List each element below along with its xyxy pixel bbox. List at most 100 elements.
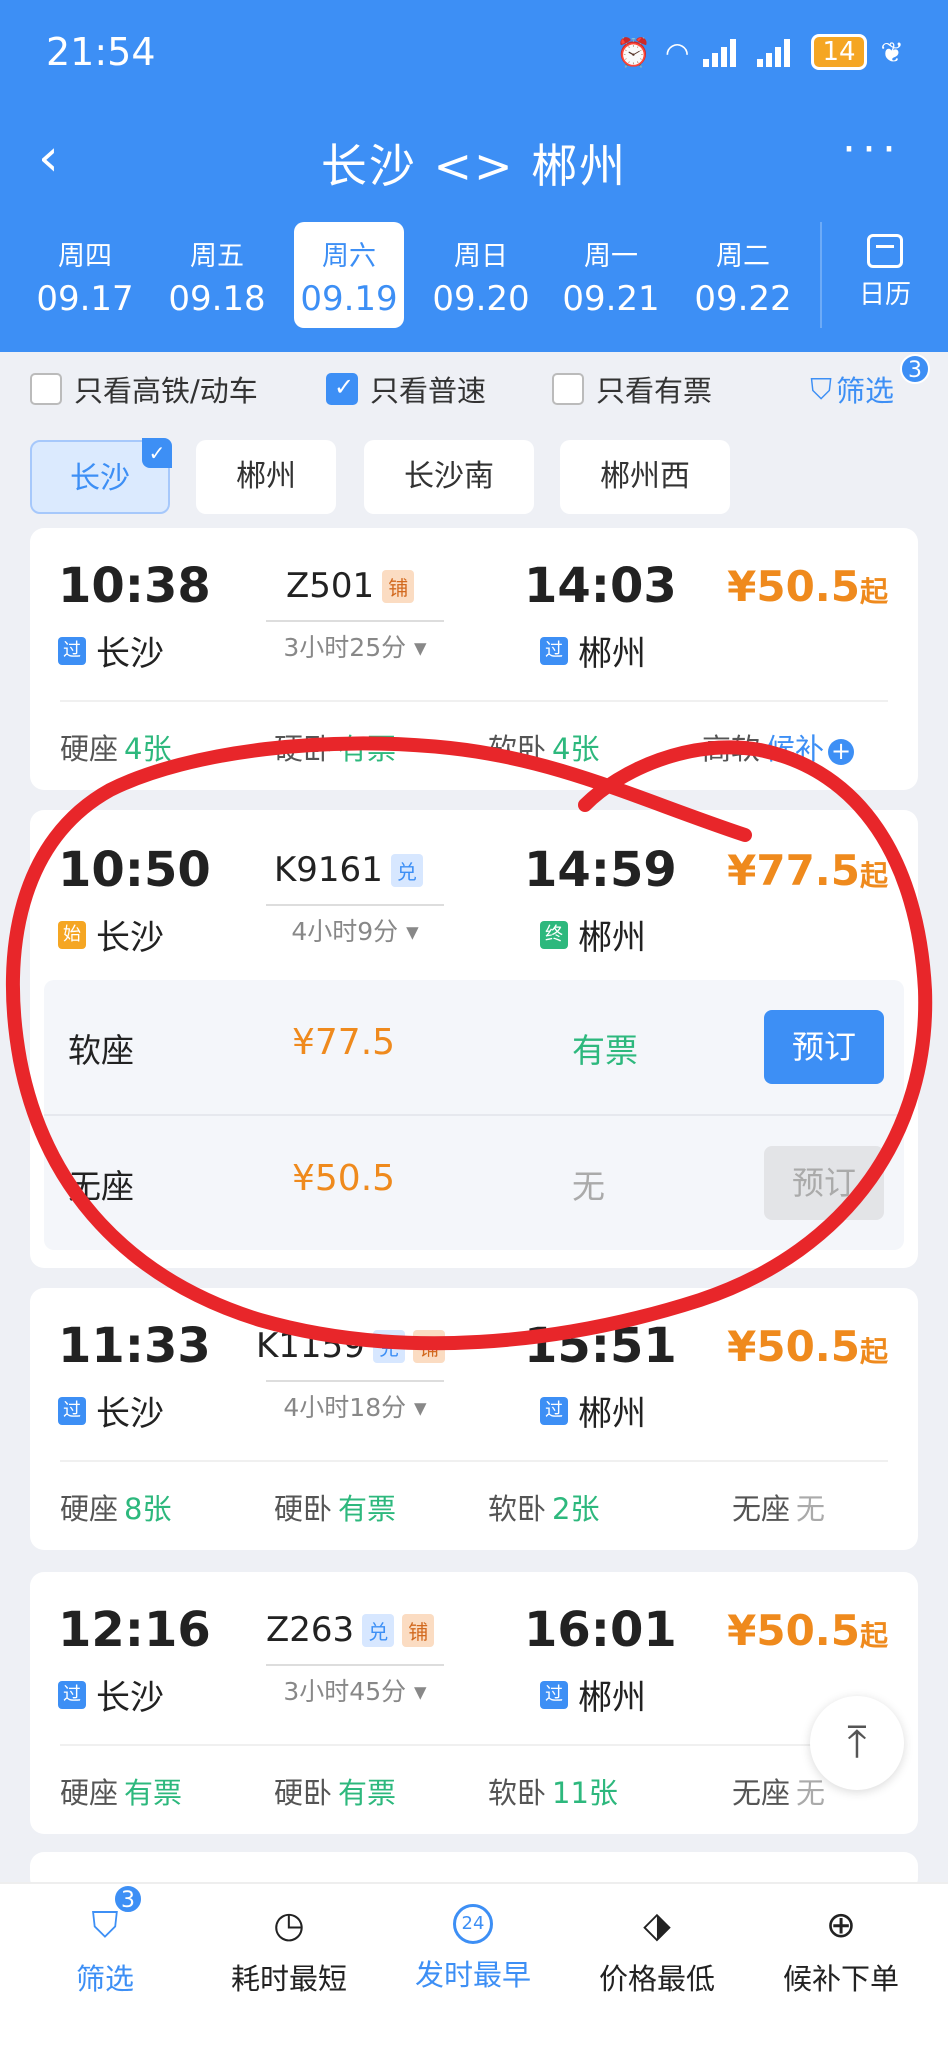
date-weekday: 周日 (454, 241, 508, 272)
date-tab-selected[interactable]: 周六 09.19 (294, 222, 404, 328)
station-chip[interactable]: 长沙南 (364, 440, 534, 514)
train-card[interactable]: 10:38 过 长沙 Z501 铺 3小时25分 ▾ 14:03 过 郴州 ¥5… (30, 528, 918, 790)
arrive-time: 15:51 (524, 1318, 677, 1374)
pass-tag: 过 (540, 636, 568, 665)
scroll-to-top-button[interactable]: ⤒ (810, 1696, 904, 1790)
status-bar: 21:54 ⏰ ◠ 14 ❦ (0, 0, 948, 110)
seat-price: ¥50.5 (292, 1158, 396, 1199)
price-suffix: 起 (859, 859, 888, 892)
seat-name: 硬座 (60, 1776, 119, 1810)
station-chip-label: 长沙 (70, 461, 130, 496)
to-station: 过 郴州 (540, 1670, 646, 1719)
station-chip[interactable]: 郴州西 (560, 440, 730, 514)
pass-tag: 过 (540, 1680, 568, 1709)
berth-tag: 铺 (412, 1329, 445, 1363)
price-suffix: 起 (859, 1335, 888, 1368)
train-card-expanded[interactable]: 10:50 始 长沙 K9161 兑 4小时9分 ▾ 14:59 终 郴州 ¥7… (30, 810, 918, 1268)
station-chip-label: 郴州西 (600, 459, 690, 494)
train-card[interactable]: 12:16 过 长沙 Z263 兑 铺 3小时45分 ▾ 16:01 过 郴州 … (30, 1572, 918, 1834)
train-number-text: Z501 (286, 566, 375, 606)
nav-waitlist[interactable]: ⊕ 候补下单 (746, 1904, 936, 1998)
date-tab[interactable]: 周四 09.17 (30, 222, 140, 328)
date-weekday: 周二 (716, 241, 770, 272)
status-time: 21:54 (46, 30, 156, 74)
seat-item[interactable]: 高软 候补 + (702, 726, 855, 768)
station-chip-label: 郴州 (236, 459, 296, 494)
checkbox-box (552, 373, 584, 405)
pass-tag: 过 (58, 1396, 86, 1425)
date-strip: 周四 09.17 周五 09.18 周六 09.19 周日 09.20 周一 0… (0, 222, 948, 332)
filter-label: 筛选 (835, 374, 894, 408)
station-chip[interactable]: 郴州 (196, 440, 336, 514)
seat-name: 硬座 (60, 1492, 119, 1526)
seat-value: 有票 (338, 1492, 397, 1526)
from-station-name: 长沙 (96, 1394, 164, 1434)
start-tag: 始 (58, 920, 86, 949)
back-button[interactable]: ‹ (38, 130, 88, 186)
train-number-text: K1159 (256, 1326, 365, 1366)
seat-item: 硬卧 有票 (274, 1770, 396, 1812)
date-tab[interactable]: 周二 09.22 (688, 222, 798, 328)
nav-lowest-price[interactable]: ⬗ 价格最低 (562, 1904, 752, 1998)
filter-icon: ⛉ (810, 371, 832, 406)
route-title: 长沙 <> 郴州 (320, 139, 628, 193)
calendar-icon (867, 234, 903, 268)
calendar-label: 日历 (858, 280, 911, 310)
berth-tag: 铺 (382, 569, 415, 603)
price-value: ¥50.5 (727, 562, 860, 611)
seat-value: 候补 (766, 732, 825, 766)
book-button-disabled[interactable]: 预订 (764, 1146, 884, 1220)
date-tab[interactable]: 周一 09.21 (556, 222, 666, 328)
nav-shortest-duration[interactable]: ◷ 耗时最短 (194, 1904, 384, 1998)
from-station: 过 长沙 (58, 1670, 164, 1719)
seat-value: 11张 (552, 1776, 618, 1810)
date-tab[interactable]: 周日 09.20 (426, 222, 536, 328)
filter-glyph: ⛉ (91, 1905, 119, 1946)
book-button[interactable]: 预订 (764, 1010, 884, 1084)
seat-name: 软卧 (488, 732, 547, 766)
available-only-checkbox[interactable]: 只看有票 (552, 368, 712, 410)
price: ¥77.5起 (727, 846, 888, 895)
seat-value: 有票 (338, 732, 397, 766)
seat-value: 4张 (552, 732, 600, 766)
nav-label: 候补下单 (782, 1962, 899, 1996)
filter-button[interactable]: ⛉ 筛选 3 (810, 354, 930, 410)
header: 21:54 ⏰ ◠ 14 ❦ 长沙 <> 郴州 ‹ ··· 周四 09.17 周… (0, 0, 948, 352)
depart-time: 10:38 (58, 558, 211, 614)
price-suffix: 起 (859, 1619, 888, 1652)
seat-value: 有票 (124, 1776, 183, 1810)
date-weekday: 周五 (190, 241, 244, 272)
filter-count-badge: 3 (900, 354, 930, 384)
to-station-name: 郴州 (578, 918, 646, 958)
high-speed-only-checkbox[interactable]: 只看高铁/动车 (30, 368, 258, 410)
duration[interactable]: 3小时25分 ▾ (266, 620, 444, 664)
normal-only-checkbox[interactable]: 只看普速 (326, 368, 486, 410)
nav-label: 耗时最短 (230, 1962, 347, 1996)
to-station: 过 郴州 (540, 626, 646, 675)
seat-availability-row: 硬座 8张 硬卧 有票 软卧 2张 无座无 (60, 1460, 888, 1550)
train-card[interactable]: 11:33 过 长沙 K1159 兑 铺 4小时18分 ▾ 15:51 过 郴州… (30, 1288, 918, 1550)
duration[interactable]: 4小时9分 ▾ (266, 904, 444, 948)
calendar-button[interactable]: 日历 (820, 222, 948, 328)
seat-item: 无座无 (732, 1770, 825, 1812)
date-value: 09.21 (562, 279, 660, 319)
to-station-name: 郴州 (578, 634, 646, 674)
seat-detail-row: 无座 ¥50.5 无 预订 (44, 1114, 904, 1248)
filter-icon: ⛉ 3 (83, 1884, 143, 1948)
seat-availability-row: 硬座 4张 硬卧 有票 软卧 4张 高软 候补 + (60, 700, 888, 790)
duration[interactable]: 4小时18分 ▾ (266, 1380, 444, 1424)
date-value: 09.19 (300, 279, 398, 319)
seat-status: 无 (572, 1167, 605, 1206)
nav-earliest-departure[interactable]: 24 发时最早 (378, 1904, 568, 1994)
station-chip-selected[interactable]: 长沙 ✓ (30, 438, 172, 514)
from-station-name: 长沙 (96, 634, 164, 674)
nav-filter[interactable]: ⛉ 3 筛选 (10, 1884, 200, 1998)
seat-value: 4张 (124, 732, 172, 766)
seat-item: 硬座 8张 (60, 1486, 171, 1528)
pass-tag: 过 (58, 1680, 86, 1709)
date-tab[interactable]: 周五 09.18 (162, 222, 272, 328)
arrive-time: 14:03 (524, 558, 677, 614)
duration[interactable]: 3小时45分 ▾ (266, 1664, 444, 1708)
more-icon[interactable]: ··· (842, 124, 902, 175)
from-station: 始 长沙 (58, 910, 164, 959)
